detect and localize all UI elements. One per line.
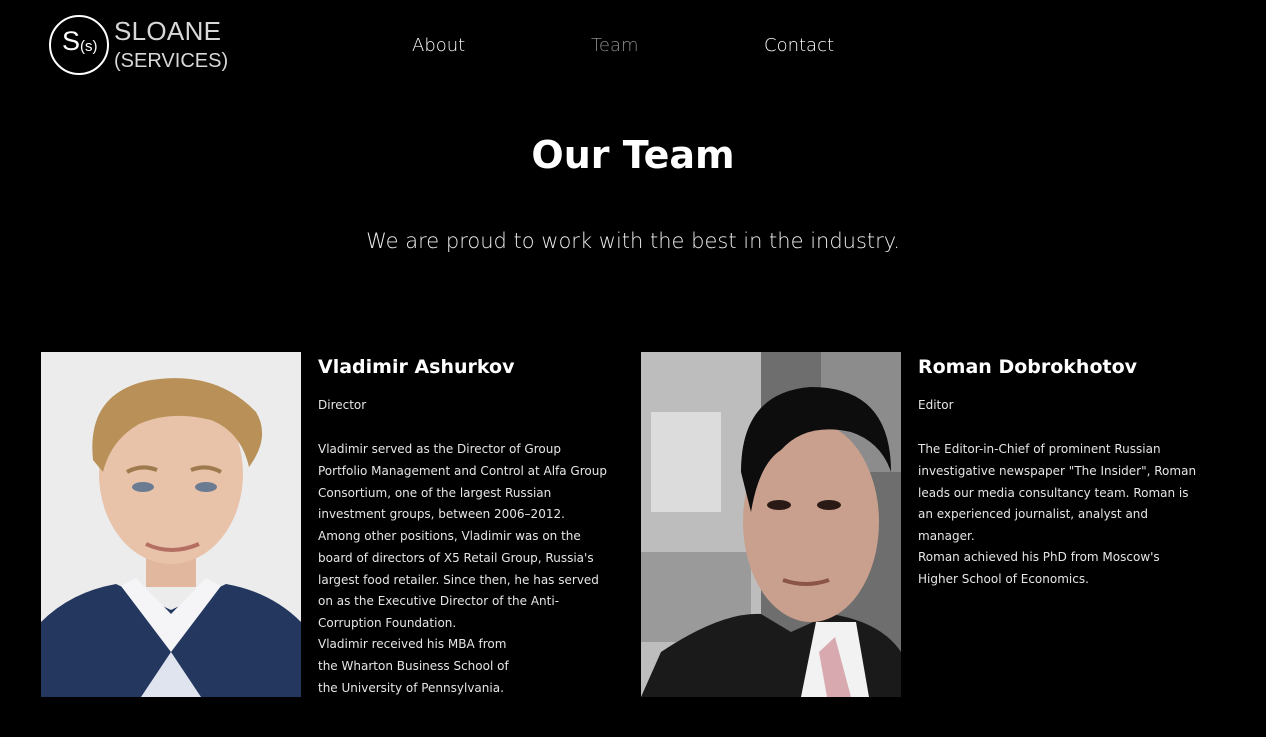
- member-name: Roman Dobrokhotov: [918, 356, 1138, 378]
- nav-link-about[interactable]: About: [412, 34, 465, 58]
- logo-circle-icon: S (s): [49, 15, 109, 75]
- page-subtitle: We are proud to work with the best in th…: [366, 229, 900, 253]
- roman-dobrokhotov-photo: [641, 352, 901, 697]
- vladimir-ashurkov-photo: [41, 352, 301, 697]
- member-bio: Roman achieved his PhD from Moscow's Hig…: [918, 550, 1160, 586]
- brand-logo[interactable]: S (s) SLOANE (SERVICES): [49, 15, 228, 77]
- member-bio: Vladimir received his MBA from the Whart…: [318, 637, 509, 695]
- logo-line-2: (SERVICES): [114, 50, 229, 72]
- logo-mark-letter: S: [62, 26, 81, 56]
- member-name: Vladimir Ashurkov: [318, 356, 515, 378]
- member-bio: The Editor-in-Chief of prominent Russian…: [918, 442, 1197, 543]
- member-role: Director: [318, 398, 367, 412]
- logo-line-1: SLOANE: [114, 16, 222, 46]
- member-bio: Vladimir served as the Director of Group…: [318, 442, 607, 630]
- nav-link-contact[interactable]: Contact: [764, 34, 834, 58]
- logo-mark-sub: (s): [80, 38, 98, 55]
- member-role: Editor: [918, 398, 954, 412]
- page-title: Our Team: [531, 133, 735, 177]
- nav-link-team[interactable]: Team: [591, 34, 639, 58]
